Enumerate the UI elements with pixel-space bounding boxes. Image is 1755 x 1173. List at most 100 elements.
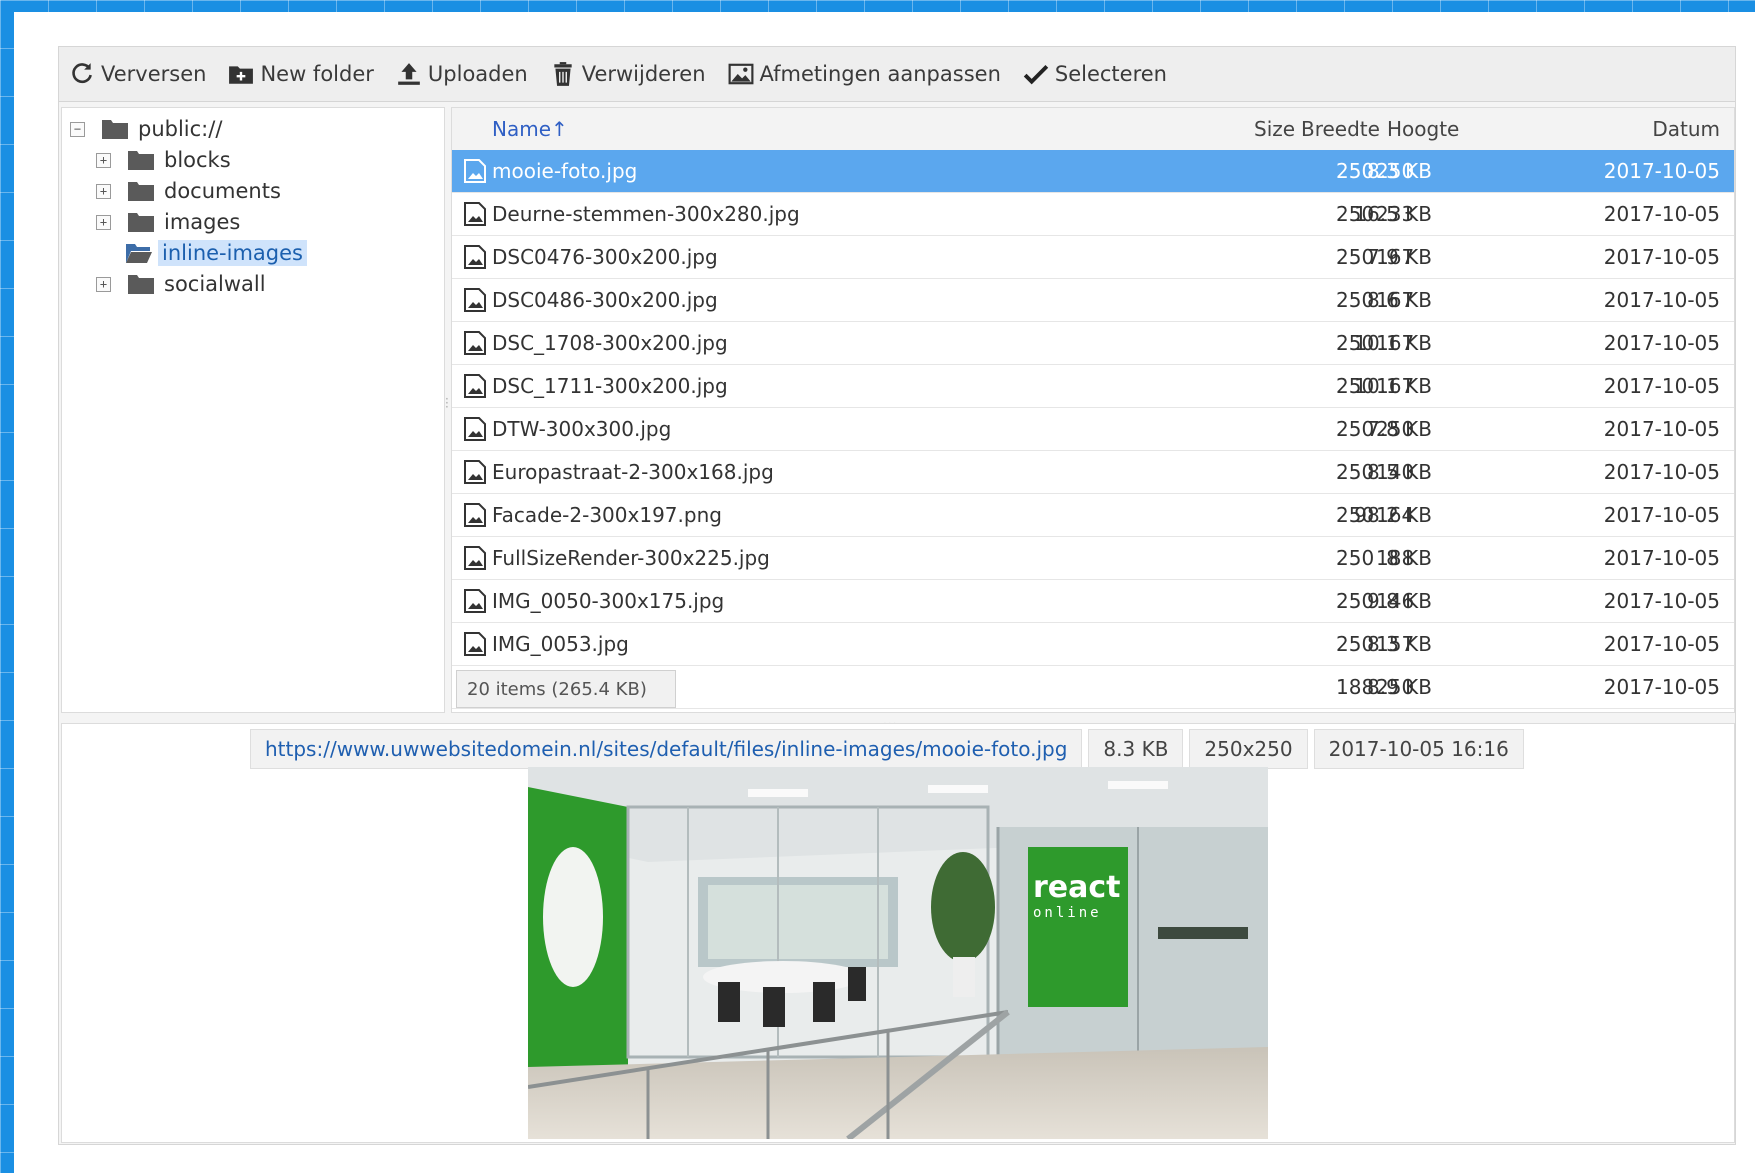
expand-icon[interactable]: +	[96, 152, 111, 168]
file-height: 250	[1376, 159, 1415, 183]
image-file-icon	[464, 589, 486, 613]
file-list: Name↑ Size Breedte Hoogte Datum mooie-fo…	[451, 107, 1735, 713]
folder-icon	[128, 182, 154, 201]
image-file-icon	[464, 374, 486, 398]
file-row[interactable]: Europastraat-2-300x168.jpg 8.5 KB 250 140 20…	[452, 451, 1734, 494]
image-file-icon	[464, 417, 486, 441]
file-date: 2017-10-05	[1603, 331, 1720, 355]
tree-item-public[interactable]: − public://	[70, 114, 226, 144]
upload-label: Uploaden	[427, 62, 528, 86]
file-height: 250	[1376, 417, 1415, 441]
file-url[interactable]: https://www.uwwebsitedomein.nl/sites/def…	[250, 729, 1083, 769]
file-row[interactable]: mooie-foto.jpg 8.3 KB 250 250 2017-10-05	[452, 150, 1734, 193]
file-date: 2017-10-05	[1603, 245, 1720, 269]
file-date: 2017-10-05	[1603, 288, 1720, 312]
file-date: 2017-10-05	[1603, 202, 1720, 226]
tree-label-inline-images: inline-images	[158, 240, 307, 266]
file-name: Deurne-stemmen-300x280.jpg	[492, 202, 800, 226]
file-width: 250	[1336, 589, 1375, 613]
file-row[interactable]: IMG_0050-300x175.jpg 9.8 KB 250 146 2017-10-…	[452, 580, 1734, 623]
file-date: 2017-10-05	[1603, 675, 1720, 699]
column-date-header[interactable]: Datum	[1652, 117, 1720, 141]
file-width: 250	[1336, 546, 1375, 570]
file-height: 167	[1376, 331, 1415, 355]
file-width: 250	[1336, 331, 1375, 355]
file-row[interactable]: FullSizeRender-300x225.jpg 8 KB 250 188 2017…	[452, 537, 1734, 580]
file-datetime: 2017-10-05 16:16	[1313, 729, 1524, 769]
folder-icon	[128, 275, 154, 294]
expand-icon[interactable]: +	[96, 276, 111, 292]
resize-button[interactable]: Afmetingen aanpassen	[718, 54, 1013, 94]
file-date: 2017-10-05	[1603, 503, 1720, 527]
file-list-header: Name↑ Size Breedte Hoogte Datum	[452, 108, 1734, 151]
refresh-label: Verversen	[101, 62, 207, 86]
tree-label-socialwall: socialwall	[164, 272, 266, 296]
select-button[interactable]: Selecteren	[1013, 54, 1179, 94]
file-row[interactable]: DSC0476-300x200.jpg 7.9 KB 250 167 2017-10-0…	[452, 236, 1734, 279]
file-height: 140	[1376, 460, 1415, 484]
preview-info-bar: https://www.uwwebsitedomein.nl/sites/def…	[250, 729, 1530, 769]
image-resize-icon	[728, 63, 753, 85]
file-width: 250	[1336, 202, 1375, 226]
collapse-icon[interactable]: −	[70, 121, 85, 137]
file-date: 2017-10-05	[1603, 417, 1720, 441]
column-width-header[interactable]: Breedte	[1301, 117, 1380, 141]
resize-label: Afmetingen aanpassen	[759, 62, 1001, 86]
trash-icon	[554, 62, 572, 86]
sign-text: react	[1033, 870, 1121, 905]
file-name: DSC_1711-300x200.jpg	[492, 374, 728, 398]
file-name: Europastraat-2-300x168.jpg	[492, 460, 774, 484]
expand-icon[interactable]: +	[96, 214, 111, 230]
column-size-header[interactable]: Size	[1254, 117, 1295, 141]
file-width: 250	[1336, 374, 1375, 398]
new-folder-button[interactable]: New folder	[218, 54, 385, 94]
file-name: mooie-foto.jpg	[492, 159, 638, 183]
file-height: 233	[1376, 202, 1415, 226]
file-height: 167	[1376, 288, 1415, 312]
folder-icon	[128, 213, 154, 232]
file-row[interactable]: DSC_1708-300x200.jpg 10.1 KB 250 167 2017-10…	[452, 322, 1734, 365]
file-size: 8.3 KB	[1088, 729, 1184, 769]
expand-icon[interactable]: +	[96, 183, 111, 199]
file-row[interactable]: IMG_0053.jpg 8.3 KB 250 157 2017-10-05	[452, 623, 1734, 666]
file-name: DSC_1708-300x200.jpg	[492, 331, 728, 355]
file-date: 2017-10-05	[1603, 460, 1720, 484]
file-name: Facade-2-300x197.png	[492, 503, 722, 527]
delete-button[interactable]: Verwijderen	[540, 54, 718, 94]
image-file-icon	[464, 546, 486, 570]
select-label: Selecteren	[1054, 62, 1167, 86]
file-height: 164	[1376, 503, 1415, 527]
column-height-header[interactable]: Hoogte	[1387, 117, 1459, 141]
file-date: 2017-10-05	[1603, 374, 1720, 398]
vertical-splitter[interactable]: · · ·	[445, 393, 449, 413]
image-file-icon	[464, 331, 486, 355]
image-file-icon	[464, 202, 486, 226]
tree-item-blocks[interactable]: + blocks	[96, 145, 235, 175]
upload-button[interactable]: Uploaden	[386, 54, 540, 94]
file-height: 157	[1376, 632, 1415, 656]
image-file-icon	[464, 288, 486, 312]
file-date: 2017-10-05	[1603, 546, 1720, 570]
refresh-button[interactable]: Verversen	[59, 54, 218, 94]
image-file-icon	[464, 503, 486, 527]
tree-item-socialwall[interactable]: + socialwall	[96, 269, 270, 299]
image-file-icon	[464, 245, 486, 269]
tree-item-inline-images[interactable]: inline-images	[125, 238, 307, 268]
preview-pane: https://www.uwwebsitedomein.nl/sites/def…	[61, 723, 1735, 1143]
file-row[interactable]: DSC0486-300x200.jpg 8.6 KB 250 167 2017-10-0…	[452, 279, 1734, 322]
file-row[interactable]: Facade-2-300x197.png 98.2 KB 250 164 2017-10…	[452, 494, 1734, 537]
tree-item-images[interactable]: + images	[96, 207, 244, 237]
file-width: 250	[1336, 632, 1375, 656]
file-row[interactable]: DTW-300x300.jpg 7.8 KB 250 250 2017-10-05	[452, 408, 1734, 451]
file-height: 167	[1376, 374, 1415, 398]
file-row[interactable]: Deurne-stemmen-300x280.jpg 16.5 KB 250 233 2…	[452, 193, 1734, 236]
checkmark-icon	[1023, 65, 1049, 85]
folder-tree: − public:// + blocks + documents + image…	[61, 107, 445, 713]
file-date: 2017-10-05	[1603, 589, 1720, 613]
file-width: 250	[1336, 288, 1375, 312]
tree-item-documents[interactable]: + documents	[96, 176, 285, 206]
file-dimensions: 250x250	[1189, 729, 1308, 769]
file-name: DTW-300x300.jpg	[492, 417, 672, 441]
file-row[interactable]: DSC_1711-300x200.jpg 10.1 KB 250 167 2017-10…	[452, 365, 1734, 408]
column-name-header[interactable]: Name↑	[492, 117, 568, 141]
